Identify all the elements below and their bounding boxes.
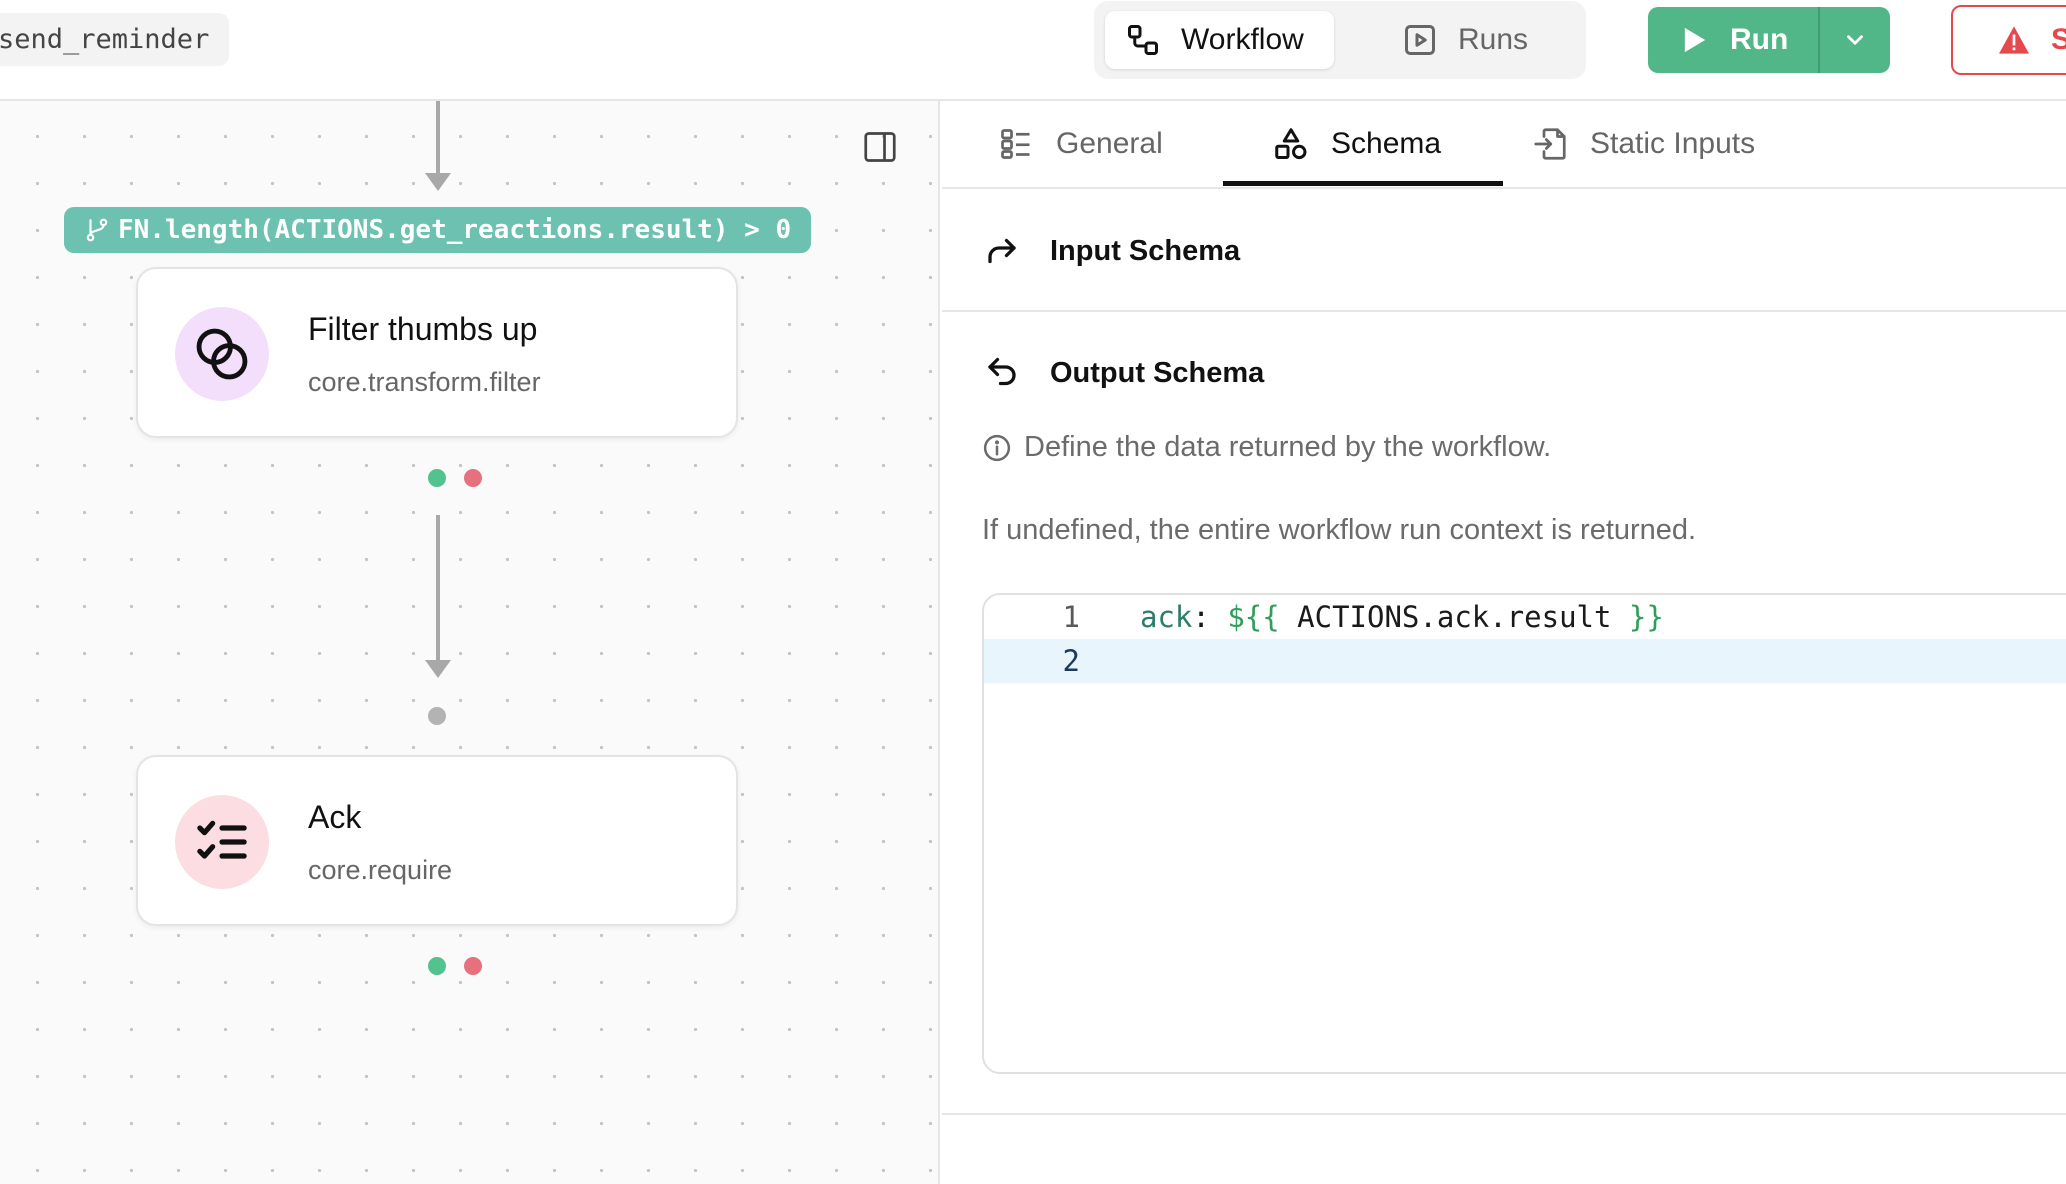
node-subtitle: core.require: [308, 855, 453, 885]
node-edge: [436, 515, 440, 660]
code-line-current[interactable]: 2: [984, 639, 2066, 683]
incoming-edge-arrow: [425, 173, 451, 191]
node-icon-badge: [175, 795, 269, 889]
output-note-text: If undefined, the entire workflow run co…: [982, 514, 1697, 546]
target-handle[interactable]: [428, 707, 446, 725]
node-edge-arrow: [425, 660, 451, 678]
view-toggle: Workflow Runs: [1094, 1, 1586, 79]
code-content: ack: ${{ ACTIONS.ack.result }}: [1140, 595, 1664, 639]
error-handle[interactable]: [464, 957, 482, 975]
output-schema-info: Define the data returned by the workflow…: [982, 431, 1551, 464]
incoming-edge: [436, 101, 440, 173]
active-tab-indicator: [1223, 181, 1503, 186]
input-schema-header[interactable]: Input Schema: [942, 231, 2066, 271]
intersect-circles-icon: [196, 328, 248, 380]
runs-view-button[interactable]: Runs: [1382, 11, 1572, 69]
run-button-group: Run: [1648, 7, 1890, 73]
action-panel: General Schema Static Inputs Input Schem…: [942, 101, 2066, 1184]
code-line[interactable]: 1 ack: ${{ ACTIONS.ack.result }}: [984, 595, 2066, 639]
tab-general[interactable]: General: [998, 101, 1163, 187]
line-number: 2: [1062, 644, 1080, 678]
tab-static-inputs-label: Static Inputs: [1590, 127, 1756, 160]
output-schema-title: Output Schema: [1050, 356, 1265, 389]
node-title: Ack: [308, 799, 362, 835]
output-info-text: Define the data returned by the workflow…: [1024, 431, 1552, 463]
yaml-key: ack: [1140, 600, 1193, 634]
output-schema-editor[interactable]: 1 ack: ${{ ACTIONS.ack.result }} 2: [982, 593, 2066, 1074]
workflow-view-label: Workflow: [1181, 23, 1304, 56]
input-schema-title: Input Schema: [1050, 234, 1241, 267]
warning-triangle-icon: [1999, 26, 2029, 54]
info-icon: [983, 434, 1011, 461]
template-expression: ACTIONS.ack.result: [1279, 600, 1629, 634]
node-icon-badge: [175, 307, 269, 401]
file-import-icon: [1534, 128, 1566, 160]
run-options-button[interactable]: [1820, 7, 1890, 73]
tab-general-label: General: [1056, 127, 1163, 160]
top-bar: send_reminder Workflow Runs Run S: [0, 0, 2066, 101]
line-number: 1: [1062, 600, 1080, 634]
condition-text: FN.length(ACTIONS.get_reactions.result) …: [118, 215, 792, 245]
success-handle[interactable]: [428, 957, 446, 975]
tab-schema-label: Schema: [1331, 127, 1442, 160]
panel-toggle-icon[interactable]: [862, 129, 898, 165]
run-button[interactable]: Run: [1648, 7, 1818, 73]
workflow-view-button[interactable]: Workflow: [1105, 11, 1334, 69]
run-button-label: Run: [1730, 23, 1789, 56]
workflow-canvas[interactable]: FN.length(ACTIONS.get_reactions.result) …: [0, 101, 940, 1184]
node-title: Filter thumbs up: [308, 311, 538, 347]
tab-static-inputs[interactable]: Static Inputs: [1532, 101, 1755, 187]
alert-button-label: S: [2051, 23, 2066, 56]
runs-view-label: Runs: [1458, 23, 1529, 56]
action-node-filter-thumbs-up[interactable]: Filter thumbs up core.transform.filter: [136, 267, 738, 438]
template-open: ${{: [1227, 600, 1280, 634]
template-close: }}: [1628, 600, 1664, 634]
output-schema-header[interactable]: Output Schema: [942, 353, 2066, 393]
section-divider: [942, 310, 2066, 312]
list-layout-icon: [1001, 129, 1030, 159]
git-branch-icon: [86, 218, 108, 242]
error-handle[interactable]: [464, 469, 482, 487]
section-divider: [942, 1113, 2066, 1115]
action-node-ack[interactable]: Ack core.require: [136, 755, 738, 926]
success-handle[interactable]: [428, 469, 446, 487]
alert-button[interactable]: S: [1951, 5, 2066, 75]
tab-schema[interactable]: Schema: [1273, 101, 1441, 187]
play-square-icon: [1405, 25, 1435, 55]
play-icon: [1684, 27, 1706, 53]
shapes-icon: [1275, 128, 1307, 160]
checklist-icon: [197, 820, 247, 859]
condition-badge[interactable]: FN.length(ACTIONS.get_reactions.result) …: [64, 207, 811, 253]
node-subtitle: core.transform.filter: [308, 367, 541, 397]
redo-arrow-icon: [988, 238, 1016, 264]
workflow-icon: [1128, 25, 1158, 55]
chevron-down-icon: [1847, 35, 1863, 45]
undo-arrow-icon: [988, 357, 1016, 386]
workflow-name[interactable]: send_reminder: [0, 13, 229, 66]
panel-tabs: General Schema Static Inputs: [942, 101, 2066, 189]
yaml-colon: :: [1192, 600, 1210, 634]
